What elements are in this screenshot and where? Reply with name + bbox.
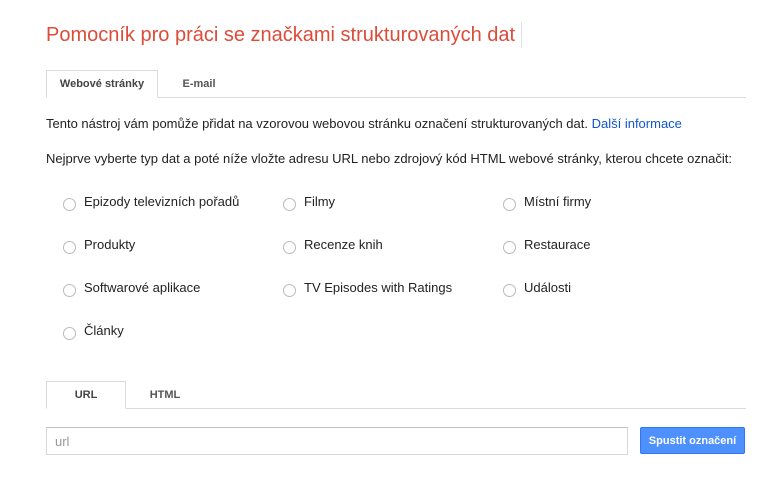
source-tabs: Webové stránky E-mail bbox=[46, 70, 746, 98]
option-label: TV Episodes with Ratings bbox=[304, 279, 453, 295]
option-label: Epizody televizních pořadů bbox=[84, 193, 240, 209]
option-label: Místní firmy bbox=[524, 193, 592, 209]
option-events[interactable]: Události bbox=[503, 279, 571, 299]
input-tabs: URL HTML bbox=[46, 381, 746, 409]
option-book-reviews[interactable]: Recenze knih bbox=[283, 236, 383, 256]
option-label: Restaurace bbox=[524, 236, 591, 252]
radio-button[interactable] bbox=[503, 241, 516, 254]
option-software-applications[interactable]: Softwarové aplikace bbox=[63, 279, 200, 299]
start-tagging-button[interactable]: Spustit označení bbox=[640, 427, 745, 454]
option-restaurants[interactable]: Restaurace bbox=[503, 236, 590, 256]
instructions-text: Nejprve vyberte typ dat a poté níže vlož… bbox=[46, 151, 732, 166]
intro-text: Tento nástroj vám pomůže přidat na vzoro… bbox=[46, 116, 682, 131]
tab-web-pages[interactable]: Webové stránky bbox=[46, 70, 158, 98]
radio-button[interactable] bbox=[63, 327, 76, 340]
more-info-link[interactable]: Další informace bbox=[592, 116, 682, 131]
radio-button[interactable] bbox=[283, 198, 296, 211]
option-articles[interactable]: Články bbox=[63, 322, 124, 342]
option-label: Články bbox=[84, 322, 124, 338]
option-products[interactable]: Produkty bbox=[63, 236, 135, 256]
page: Pomocník pro práci se značkami strukturo… bbox=[0, 0, 773, 481]
radio-button[interactable] bbox=[283, 241, 296, 254]
option-label: Softwarové aplikace bbox=[84, 279, 201, 295]
option-tv-episodes-ratings[interactable]: TV Episodes with Ratings bbox=[283, 279, 452, 299]
url-input[interactable] bbox=[46, 427, 628, 455]
radio-button[interactable] bbox=[63, 284, 76, 297]
page-title: Pomocník pro práci se značkami strukturo… bbox=[46, 22, 523, 48]
option-label: Produkty bbox=[84, 236, 136, 252]
tab-email[interactable]: E-mail bbox=[158, 70, 240, 97]
option-label: Recenze knih bbox=[304, 236, 383, 252]
option-label: Filmy bbox=[304, 193, 336, 209]
radio-button[interactable] bbox=[63, 241, 76, 254]
intro-description: Tento nástroj vám pomůže přidat na vzoro… bbox=[46, 116, 588, 131]
option-label: Události bbox=[524, 279, 571, 295]
radio-button[interactable] bbox=[63, 198, 76, 211]
tab-url[interactable]: URL bbox=[46, 381, 126, 409]
radio-button[interactable] bbox=[503, 198, 516, 211]
radio-button[interactable] bbox=[283, 284, 296, 297]
radio-button[interactable] bbox=[503, 284, 516, 297]
option-movies[interactable]: Filmy bbox=[283, 193, 335, 213]
option-local-businesses[interactable]: Místní firmy bbox=[503, 193, 591, 213]
tab-html[interactable]: HTML bbox=[126, 381, 204, 408]
option-tv-episodes[interactable]: Epizody televizních pořadů bbox=[63, 193, 239, 213]
